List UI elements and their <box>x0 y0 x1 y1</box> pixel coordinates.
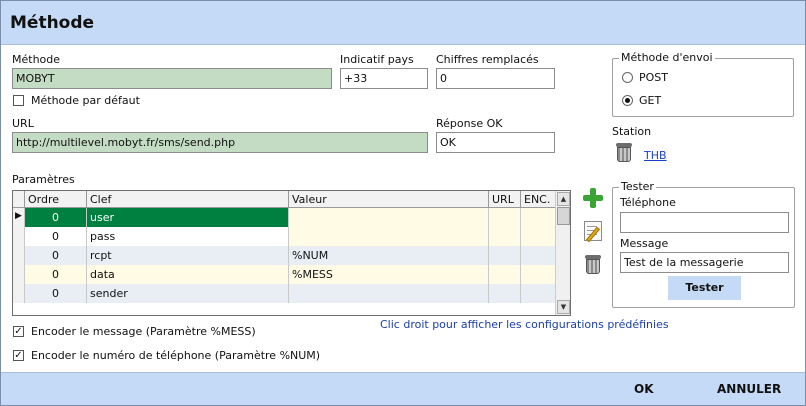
scroll-up-icon[interactable]: ▲ <box>557 192 570 206</box>
scroll-down-icon[interactable]: ▼ <box>557 300 570 314</box>
grid-scrollbar[interactable]: ▲ ▼ <box>555 191 570 315</box>
trash-icon[interactable] <box>615 141 633 163</box>
station-label: Station <box>612 125 652 138</box>
row-pointer-icon: ▶ <box>13 208 25 227</box>
reponse-input[interactable]: OK <box>436 132 555 153</box>
get-radio[interactable] <box>622 95 633 106</box>
methode-label: Méthode <box>12 53 61 66</box>
table-row[interactable]: 0 rcpt %NUM <box>13 246 556 265</box>
methode-input[interactable]: MOBYT <box>12 68 332 89</box>
params-label: Paramètres <box>12 173 75 186</box>
footer-bar: OK ANNULER <box>1 372 805 405</box>
telephone-input[interactable] <box>620 212 789 233</box>
col-url[interactable]: URL <box>489 191 521 208</box>
trash-icon[interactable] <box>584 253 602 275</box>
get-label: GET <box>639 94 662 107</box>
post-radio[interactable] <box>622 72 633 83</box>
col-clef[interactable]: Clef <box>87 191 289 208</box>
edit-icon[interactable] <box>584 221 602 243</box>
grid-header: Ordre Clef Valeur URL ENC. <box>13 191 556 208</box>
encode-numero-label: Encoder le numéro de téléphone (Paramètr… <box>31 349 321 362</box>
default-method-label: Méthode par défaut <box>31 94 140 107</box>
col-ordre[interactable]: Ordre <box>25 191 87 208</box>
envoi-title: Méthode d'envoi <box>619 51 715 64</box>
envoi-group: Méthode d'envoi POST GET <box>612 51 794 117</box>
encode-message-label: Encoder le message (Paramètre %MESS) <box>31 325 256 338</box>
grid-hint: Clic droit pour afficher les configurati… <box>380 318 669 331</box>
table-row[interactable]: ▶ 0 user <box>13 208 556 227</box>
col-enc[interactable]: ENC. <box>521 191 556 208</box>
title-bar: Méthode <box>1 1 805 45</box>
table-row[interactable]: 0 data %MESS <box>13 265 556 284</box>
encode-message-checkbox[interactable]: ✓ <box>13 326 24 337</box>
station-link[interactable]: THB <box>644 149 667 162</box>
chiffres-label: Chiffres remplacés <box>436 53 539 66</box>
message-input[interactable]: Test de la messagerie <box>620 252 789 273</box>
cancel-button[interactable]: ANNULER <box>717 382 781 396</box>
tester-button[interactable]: Tester <box>668 276 741 300</box>
scroll-thumb[interactable] <box>557 207 570 225</box>
url-label: URL <box>12 117 34 130</box>
col-valeur[interactable]: Valeur <box>289 191 489 208</box>
encode-numero-checkbox[interactable]: ✓ <box>13 350 24 361</box>
message-label: Message <box>620 237 669 250</box>
table-row[interactable]: 0 sender <box>13 284 556 303</box>
url-input[interactable]: http://multilevel.mobyt.fr/sms/send.php <box>12 132 428 153</box>
params-grid[interactable]: Ordre Clef Valeur URL ENC. ▶ 0 user 0 pa… <box>12 190 571 316</box>
reponse-label: Réponse OK <box>436 117 503 130</box>
default-method-checkbox[interactable] <box>13 95 24 106</box>
indicatif-label: Indicatif pays <box>340 53 414 66</box>
tester-title: Tester <box>619 180 656 193</box>
ok-button[interactable]: OK <box>634 382 654 396</box>
chiffres-input[interactable]: 0 <box>436 68 555 89</box>
plus-icon[interactable] <box>582 187 604 209</box>
table-row[interactable]: 0 pass <box>13 227 556 246</box>
post-label: POST <box>639 71 668 84</box>
indicatif-input[interactable]: +33 <box>340 68 428 89</box>
telephone-label: Téléphone <box>620 196 676 209</box>
method-dialog: Méthode Méthode MOBYT Indicatif pays +33… <box>0 0 806 406</box>
window-title: Méthode <box>10 13 95 33</box>
